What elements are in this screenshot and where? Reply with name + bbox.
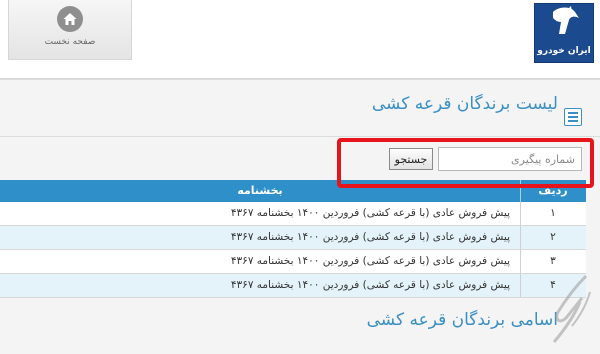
- home-icon: [57, 6, 83, 32]
- winners-names-title: اسامی برندگان قرعه کشی: [366, 310, 558, 330]
- cell-divider: [520, 202, 521, 225]
- table-row[interactable]: پیش فروش عادی (با قرعه کشی) فروردین ۱۴۰۰…: [0, 250, 586, 274]
- table-row[interactable]: پیش فروش عادی (با قرعه کشی) فروردین ۱۴۰۰…: [0, 226, 586, 250]
- column-divider: [520, 180, 521, 202]
- winners-table: بخشنامه ردیف پیش فروش عادی (با قرعه کشی)…: [0, 180, 586, 298]
- search-button[interactable]: جستجو: [389, 148, 433, 170]
- row-number: ۱: [550, 207, 556, 219]
- top-bar: صفحه نخست ایران خودرو: [0, 0, 600, 70]
- row-number: ۳: [550, 255, 556, 267]
- cell-divider: [520, 274, 521, 297]
- table-row[interactable]: پیش فروش عادی (با قرعه کشی) فروردین ۱۴۰۰…: [0, 274, 586, 298]
- circular-name[interactable]: پیش فروش عادی (با قرعه کشی) فروردین ۱۴۰۰…: [231, 207, 510, 219]
- watermark-logo: [552, 274, 591, 343]
- list-icon: [564, 108, 582, 126]
- circular-name[interactable]: پیش فروش عادی (با قرعه کشی) فروردین ۱۴۰۰…: [231, 279, 510, 291]
- home-label: صفحه نخست: [44, 37, 96, 47]
- page-title: لیست برندگان قرعه کشی: [371, 94, 558, 114]
- circular-name[interactable]: پیش فروش عادی (با قرعه کشی) فروردین ۱۴۰۰…: [231, 255, 510, 267]
- winners-panel: لیست برندگان قرعه کشی جستجو بخشنامه ردیف…: [0, 78, 600, 354]
- column-header-row: ردیف: [538, 184, 568, 197]
- tracking-number-input[interactable]: [438, 147, 582, 171]
- cell-divider: [520, 226, 521, 249]
- ikco-logo[interactable]: ایران خودرو: [534, 3, 594, 63]
- cell-divider: [520, 250, 521, 273]
- logo-text: ایران خودرو: [537, 46, 591, 56]
- circular-name[interactable]: پیش فروش عادی (با قرعه کشی) فروردین ۱۴۰۰…: [231, 231, 510, 243]
- table-header: بخشنامه ردیف: [0, 180, 586, 202]
- divider: [0, 136, 600, 137]
- row-number: ۲: [550, 231, 556, 243]
- table-row[interactable]: پیش فروش عادی (با قرعه کشی) فروردین ۱۴۰۰…: [0, 202, 586, 226]
- panel-header: لیست برندگان قرعه کشی: [0, 80, 600, 136]
- search-area: جستجو: [0, 142, 600, 180]
- column-header-circular: بخشنامه: [237, 184, 283, 197]
- home-button[interactable]: صفحه نخست: [8, 0, 132, 60]
